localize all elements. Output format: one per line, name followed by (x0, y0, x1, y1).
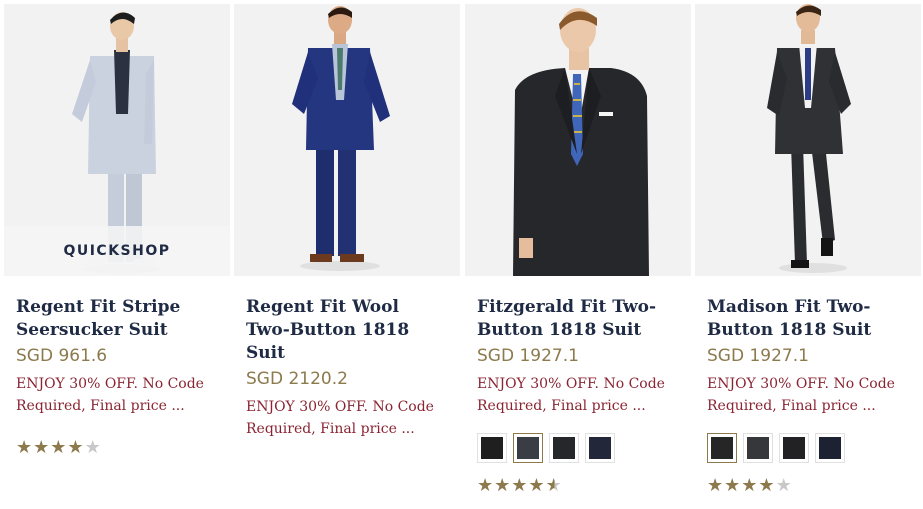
star-rating: ★★★★★ (707, 477, 909, 495)
product-card[interactable]: Fitzgerald Fit Two-Button 1818 Suit SGD … (465, 4, 691, 495)
star-icon: ★ (741, 475, 759, 496)
suit-model-photo-icon (465, 4, 691, 276)
promo-text: ENJOY 30% OFF. No Code Required, Final p… (707, 376, 895, 414)
product-image[interactable] (465, 4, 691, 276)
product-price: SGD 961.6 (16, 346, 108, 366)
color-swatch-selected[interactable] (707, 433, 737, 463)
star-rating: ★★★★★ (16, 439, 218, 457)
swatch-color (711, 437, 733, 459)
swatch-color (517, 437, 539, 459)
product-title[interactable]: Regent Fit Stripe Seersucker Suit (16, 296, 218, 342)
star-icon: ★ (33, 437, 51, 458)
star-icon: ★ (707, 475, 725, 496)
suit-model-photo-icon (695, 4, 921, 276)
promo-text: ENJOY 30% OFF. No Code Required, Final p… (16, 376, 204, 414)
product-card[interactable]: Regent Fit Wool Two-Button 1818 Suit SGD… (234, 4, 460, 440)
product-card[interactable]: Madison Fit Two-Button 1818 Suit SGD 192… (695, 4, 921, 495)
star-icon: ★ (758, 475, 776, 496)
product-title[interactable]: Madison Fit Two-Button 1818 Suit (707, 296, 909, 342)
star-icon: ★ (16, 437, 34, 458)
product-title[interactable]: Regent Fit Wool Two-Button 1818 Suit (246, 296, 448, 365)
swatch-color (589, 437, 611, 459)
swatch-color (819, 437, 841, 459)
swatch-color (553, 437, 575, 459)
color-swatch[interactable] (779, 433, 809, 463)
star-half-icon: ★ (545, 475, 563, 496)
star-icon: ★ (494, 475, 512, 496)
star-icon: ★ (724, 475, 742, 496)
promo-text: ENJOY 30% OFF. No Code Required, Final p… (246, 399, 434, 437)
color-swatch-selected[interactable] (513, 433, 543, 463)
color-swatch[interactable] (815, 433, 845, 463)
product-image[interactable]: QUICKSHOP (4, 4, 230, 276)
promo-text: ENJOY 30% OFF. No Code Required, Final p… (477, 376, 665, 414)
product-title[interactable]: Fitzgerald Fit Two-Button 1818 Suit (477, 296, 679, 342)
product-price: SGD 1927.1 (707, 346, 809, 366)
star-empty-icon: ★ (84, 437, 102, 458)
star-icon: ★ (50, 437, 68, 458)
color-swatch[interactable] (743, 433, 773, 463)
star-icon: ★ (528, 475, 546, 496)
star-icon: ★ (67, 437, 85, 458)
star-icon: ★ (477, 475, 495, 496)
color-swatch[interactable] (477, 433, 507, 463)
color-swatches (477, 433, 679, 463)
product-image[interactable] (234, 4, 460, 276)
color-swatches (707, 433, 909, 463)
swatch-color (783, 437, 805, 459)
star-icon: ★ (511, 475, 529, 496)
swatch-color (747, 437, 769, 459)
product-price: SGD 2120.2 (246, 369, 348, 389)
star-empty-icon: ★ (775, 475, 793, 496)
quickshop-button[interactable]: QUICKSHOP (4, 226, 230, 276)
star-rating: ★★★★★ (477, 477, 679, 495)
product-card[interactable]: QUICKSHOP Regent Fit Stripe Seersucker S… (4, 4, 230, 457)
suit-model-photo-icon (234, 4, 460, 276)
product-grid: QUICKSHOP Regent Fit Stripe Seersucker S… (0, 0, 923, 509)
color-swatch[interactable] (585, 433, 615, 463)
product-image[interactable] (695, 4, 921, 276)
swatch-color (481, 437, 503, 459)
product-price: SGD 1927.1 (477, 346, 579, 366)
color-swatch[interactable] (549, 433, 579, 463)
